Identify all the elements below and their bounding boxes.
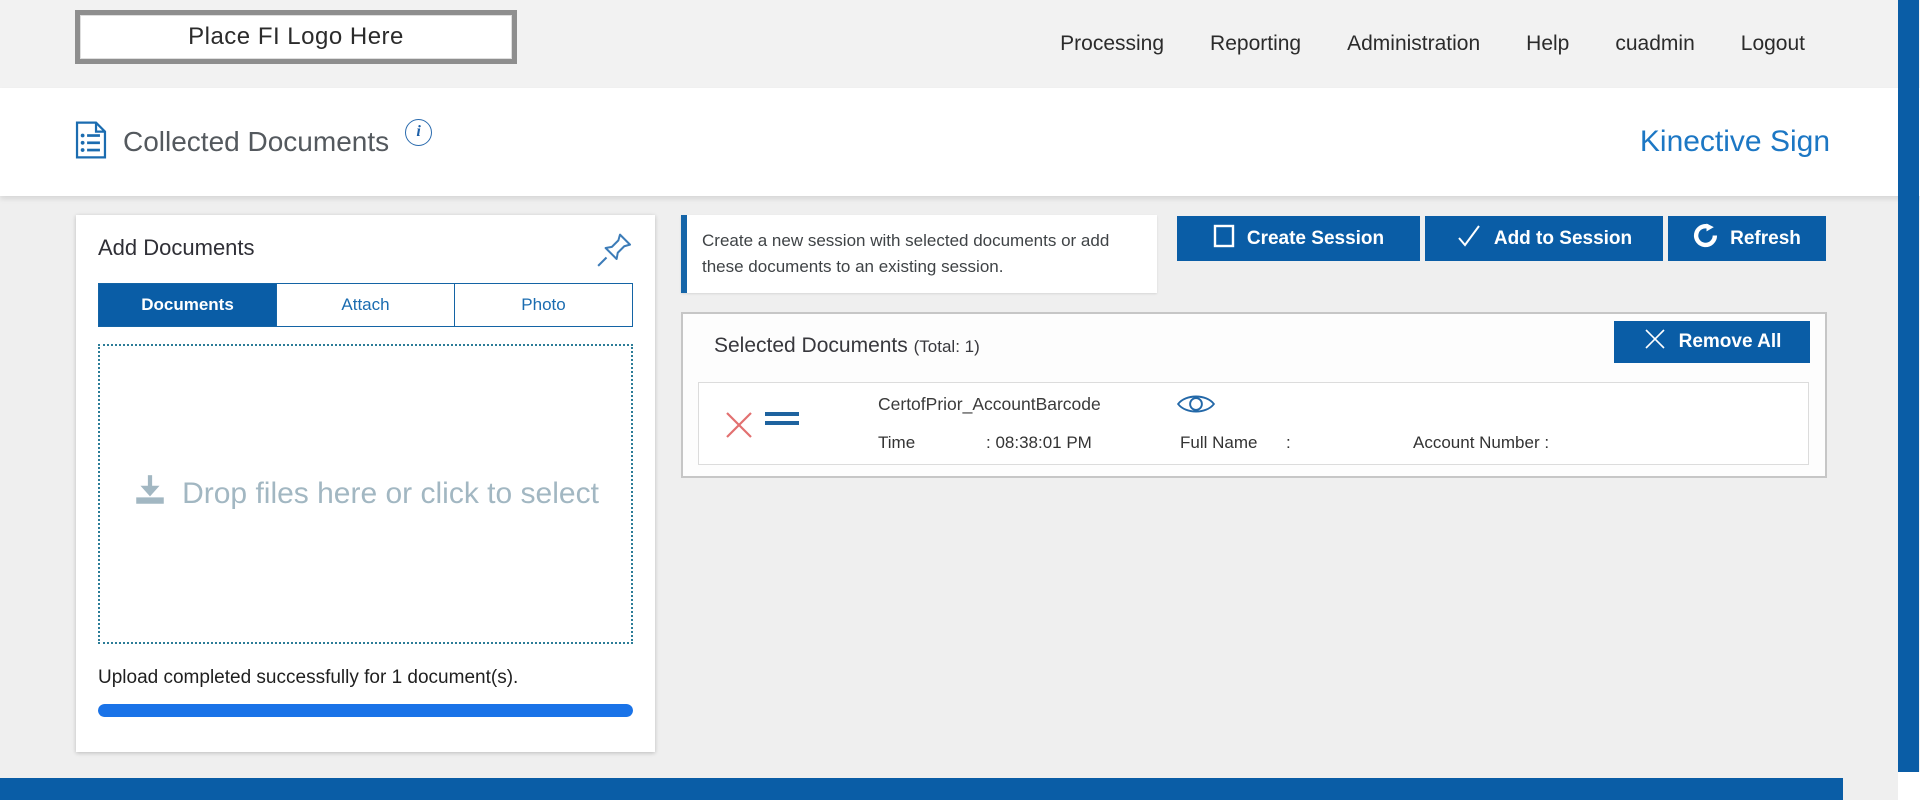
add-to-session-button[interactable]: Add to Session (1425, 216, 1663, 261)
session-actions: Create Session Add to Session Refresh (1177, 216, 1826, 261)
document-list-icon (75, 121, 107, 164)
checkmark-icon (1456, 223, 1482, 255)
add-documents-title: Add Documents (98, 235, 255, 260)
page-title: Collected Documents (123, 126, 389, 158)
nav-item-help[interactable]: Help (1526, 32, 1569, 56)
selected-documents-panel: Selected Documents (Total: 1) Remove All (681, 312, 1827, 478)
remove-document-icon[interactable] (723, 409, 755, 446)
add-documents-panel: Add Documents Documents Attach Photo (76, 215, 655, 752)
page-header: Collected Documents i Kinective Sign (0, 88, 1920, 196)
nav-item-reporting[interactable]: Reporting (1210, 32, 1301, 56)
dropzone-text: Drop files here or click to select (182, 477, 599, 511)
fi-logo-placeholder: Place FI Logo Here (75, 10, 517, 64)
x-mark-icon (1643, 327, 1667, 357)
brand-title: Kinective Sign (1640, 88, 1830, 196)
selected-documents-title: Selected Documents (Total: 1) (714, 334, 980, 358)
refresh-button[interactable]: Refresh (1668, 216, 1826, 261)
add-documents-tabs: Documents Attach Photo (98, 283, 633, 327)
fi-logo-text: Place FI Logo Here (80, 15, 512, 59)
nav-links: Processing Reporting Administration Help… (1060, 0, 1805, 88)
corner-patch (1898, 772, 1920, 800)
add-to-session-label: Add to Session (1494, 228, 1632, 250)
tab-photo[interactable]: Photo (454, 284, 632, 326)
full-name-value: : (1286, 433, 1291, 453)
circular-arrow-icon (1693, 223, 1718, 254)
time-value: : 08:38:01 PM (986, 433, 1092, 453)
right-edge-strip (1898, 0, 1919, 772)
remove-all-button[interactable]: Remove All (1614, 321, 1810, 363)
nav-item-administration[interactable]: Administration (1347, 32, 1480, 56)
nav-item-processing[interactable]: Processing (1060, 32, 1164, 56)
tab-documents[interactable]: Documents (99, 284, 276, 326)
tab-attach[interactable]: Attach (276, 284, 454, 326)
info-circle-icon[interactable]: i (405, 119, 432, 146)
nav-item-username[interactable]: cuadmin (1615, 32, 1694, 56)
page-title-group: Collected Documents i (75, 88, 432, 196)
selected-documents-total: (Total: 1) (914, 337, 980, 356)
refresh-label: Refresh (1730, 228, 1801, 250)
create-session-button[interactable]: Create Session (1177, 216, 1420, 261)
selected-documents-title-text: Selected Documents (714, 334, 908, 357)
upload-status-text: Upload completed successfully for 1 docu… (98, 667, 633, 689)
app-root: Place FI Logo Here Processing Reporting … (0, 0, 1920, 800)
document-name: CertofPrior_AccountBarcode (878, 394, 1101, 415)
full-name-label: Full Name (1180, 433, 1257, 453)
download-tray-icon (132, 474, 168, 514)
create-session-label: Create Session (1247, 228, 1384, 250)
session-note: Create a new session with selected docum… (681, 215, 1157, 293)
document-row: CertofPrior_AccountBarcode Time : 08:38:… (698, 382, 1809, 465)
square-outline-icon (1213, 224, 1235, 254)
upload-progress-bar (98, 704, 633, 717)
pushpin-icon[interactable] (595, 229, 635, 274)
upload-progress-fill (98, 704, 633, 717)
eye-icon[interactable] (1176, 391, 1216, 422)
footer-bar (0, 778, 1843, 800)
remove-all-label: Remove All (1679, 331, 1782, 353)
account-number-label: Account Number : (1413, 433, 1549, 453)
nav-item-logout[interactable]: Logout (1741, 32, 1805, 56)
hamburger-menu-icon[interactable] (765, 412, 799, 430)
top-nav-bar: Place FI Logo Here Processing Reporting … (0, 0, 1920, 88)
file-dropzone[interactable]: Drop files here or click to select (98, 344, 633, 644)
time-label: Time (878, 433, 915, 453)
